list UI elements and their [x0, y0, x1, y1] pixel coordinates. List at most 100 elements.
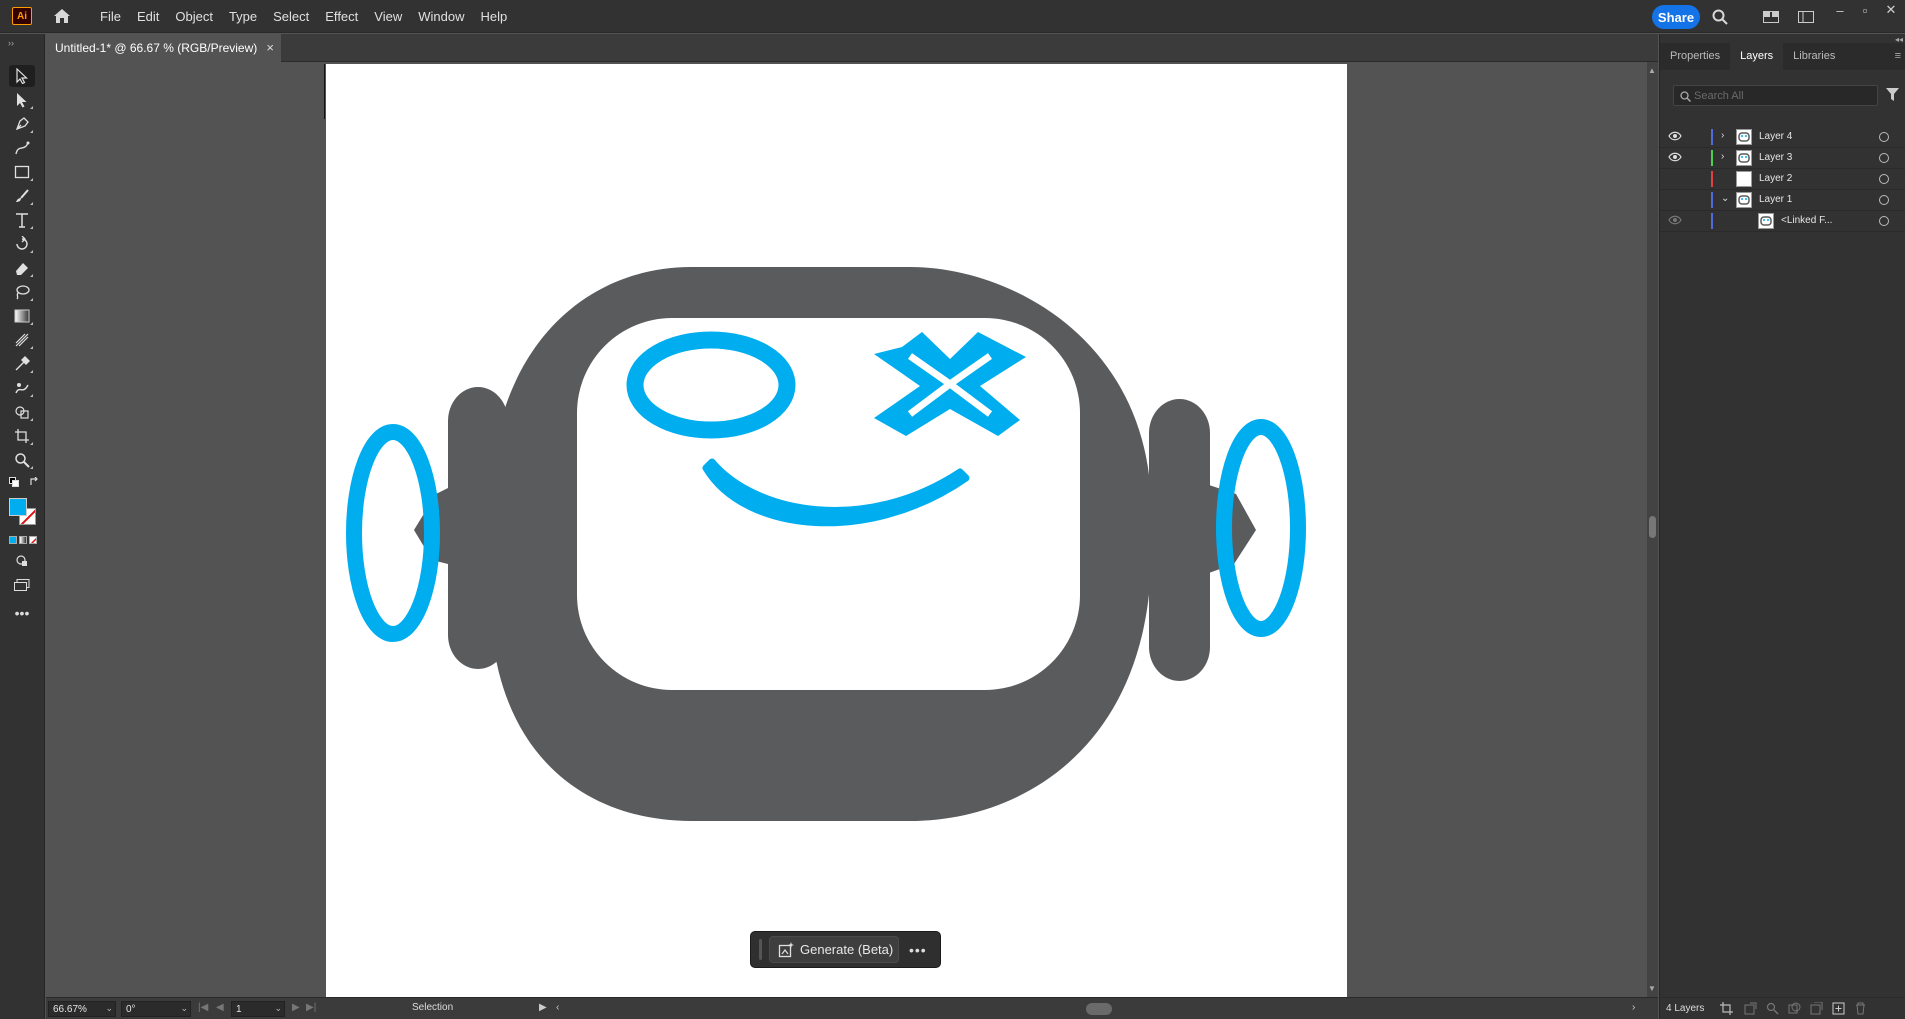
rotate-tool-icon[interactable]	[9, 233, 35, 255]
scroll-right-icon[interactable]: ›	[1632, 1002, 1635, 1013]
artboard[interactable]	[326, 64, 1347, 997]
layer-name[interactable]: Layer 2	[1759, 173, 1792, 184]
document-tab[interactable]: Untitled-1* @ 66.67 % (RGB/Preview) ×	[46, 34, 281, 62]
layer-row-1[interactable]: ⌄ Layer 1	[1660, 190, 1905, 211]
chevron-right-icon[interactable]: ›	[1721, 151, 1731, 165]
vertical-scroll-thumb[interactable]	[1649, 516, 1656, 538]
collect-for-export-icon[interactable]	[1744, 1002, 1757, 1015]
selection-tool-icon[interactable]	[9, 65, 35, 87]
curvature-tool-icon[interactable]	[9, 137, 35, 159]
chevron-down-icon[interactable]: ⌄	[105, 1003, 113, 1014]
toolbar-collapse-icon[interactable]: ››	[8, 38, 14, 48]
arrange-documents-icon[interactable]	[1797, 8, 1815, 26]
eyedropper-tool-icon[interactable]	[9, 353, 35, 375]
visibility-eye-icon[interactable]	[1668, 194, 1682, 206]
search-icon[interactable]	[1711, 8, 1729, 26]
shape-builder-tool-icon[interactable]	[9, 401, 35, 423]
layer-target-icon[interactable]	[1879, 216, 1889, 226]
layer-search-input[interactable]	[1694, 89, 1854, 102]
sublayer-linked-file[interactable]: <Linked F...	[1660, 211, 1905, 232]
layer-name[interactable]: Layer 1	[1759, 194, 1792, 205]
layer-target-icon[interactable]	[1879, 195, 1889, 205]
direct-selection-tool-icon[interactable]	[9, 89, 35, 111]
type-tool-icon[interactable]	[9, 209, 35, 231]
task-bar-grip-icon[interactable]	[759, 939, 762, 960]
close-window-button[interactable]: ✕	[1881, 2, 1901, 18]
share-button[interactable]: Share	[1652, 5, 1700, 29]
chevron-down-icon[interactable]: ⌄	[274, 1003, 282, 1014]
layer-row-4[interactable]: › Layer 4	[1660, 127, 1905, 148]
last-artboard-icon[interactable]: ▶|	[306, 1002, 316, 1013]
horizontal-scroll-thumb[interactable]	[1086, 1003, 1112, 1015]
create-new-layer-icon[interactable]	[1832, 1002, 1845, 1015]
chevron-down-icon[interactable]: ⌄	[1721, 193, 1731, 207]
locate-object-icon[interactable]	[1766, 1002, 1779, 1015]
delete-layer-icon[interactable]	[1854, 1002, 1867, 1015]
fill-stroke-swatches[interactable]	[9, 498, 37, 526]
zoom-tool-icon[interactable]	[9, 449, 35, 471]
gradient-mode-icon[interactable]	[19, 536, 27, 544]
menu-type[interactable]: Type	[221, 0, 265, 33]
pen-tool-icon[interactable]	[9, 113, 35, 135]
menu-edit[interactable]: Edit	[129, 0, 167, 33]
swap-colors-icon[interactable]	[27, 475, 41, 489]
default-colors-icon[interactable]	[7, 475, 21, 489]
mesh-tool-icon[interactable]	[9, 329, 35, 351]
tab-libraries[interactable]: Libraries	[1783, 43, 1845, 70]
maximize-button[interactable]: ▫	[1855, 2, 1875, 18]
layer-search-box[interactable]	[1673, 85, 1878, 106]
scroll-left-icon[interactable]: ‹	[556, 1002, 559, 1013]
layer-target-icon[interactable]	[1879, 132, 1889, 142]
chevron-right-icon[interactable]: ›	[1721, 130, 1731, 144]
panel-menu-icon[interactable]: ≡	[1895, 50, 1901, 62]
zoom-level-field[interactable]: 66.67% ⌄	[48, 1001, 116, 1017]
canvas-area[interactable]	[46, 62, 1647, 997]
artboard-tool-icon[interactable]	[9, 425, 35, 447]
robot-artwork[interactable]	[326, 64, 1347, 997]
visibility-eye-icon[interactable]	[1668, 152, 1682, 164]
screen-mode-icon[interactable]	[9, 574, 35, 596]
scroll-down-icon[interactable]: ▼	[1648, 984, 1656, 993]
status-menu-arrow-icon[interactable]: ▶	[539, 1002, 547, 1013]
edit-toolbar-icon[interactable]: •••	[9, 602, 35, 624]
lasso-tool-icon[interactable]	[9, 281, 35, 303]
rotation-field[interactable]: 0° ⌄	[121, 1001, 191, 1017]
create-sublayer-icon[interactable]	[1810, 1002, 1823, 1015]
chevron-down-icon[interactable]: ⌄	[180, 1003, 188, 1014]
filter-icon[interactable]	[1886, 88, 1899, 102]
none-mode-icon[interactable]	[29, 536, 37, 544]
menu-help[interactable]: Help	[472, 0, 515, 33]
menu-select[interactable]: Select	[265, 0, 317, 33]
artboard-number-field[interactable]: 1 ⌄	[231, 1001, 285, 1017]
draw-mode-icon[interactable]	[9, 550, 35, 572]
scroll-up-icon[interactable]: ▲	[1648, 66, 1656, 75]
layer-name[interactable]: Layer 4	[1759, 131, 1792, 142]
layer-name[interactable]: Layer 3	[1759, 152, 1792, 163]
previous-artboard-icon[interactable]: ◀	[216, 1002, 224, 1013]
puppet-warp-tool-icon[interactable]	[9, 377, 35, 399]
generate-button[interactable]: Generate (Beta)	[769, 936, 899, 963]
fill-color-swatch[interactable]	[9, 498, 27, 516]
menu-view[interactable]: View	[366, 0, 410, 33]
first-artboard-icon[interactable]: |◀	[198, 1002, 208, 1013]
layer-name[interactable]: <Linked F...	[1781, 215, 1832, 226]
tab-properties[interactable]: Properties	[1660, 43, 1730, 70]
eraser-tool-icon[interactable]	[9, 257, 35, 279]
next-artboard-icon[interactable]: ▶	[292, 1002, 300, 1013]
layer-target-icon[interactable]	[1879, 174, 1889, 184]
vertical-scrollbar[interactable]: ▲ ▼	[1647, 62, 1658, 997]
menu-file[interactable]: File	[92, 0, 129, 33]
artboard-collect-icon[interactable]	[1720, 1002, 1733, 1015]
close-tab-icon[interactable]: ×	[266, 40, 274, 55]
gradient-tool-icon[interactable]	[9, 305, 35, 327]
menu-effect[interactable]: Effect	[317, 0, 366, 33]
color-mode-icon[interactable]	[9, 536, 17, 544]
layer-target-icon[interactable]	[1879, 153, 1889, 163]
layer-row-3[interactable]: › Layer 3	[1660, 148, 1905, 169]
tab-layers[interactable]: Layers	[1730, 43, 1784, 70]
home-icon[interactable]	[52, 6, 72, 26]
layer-row-2[interactable]: Layer 2	[1660, 169, 1905, 190]
make-clipping-mask-icon[interactable]	[1788, 1002, 1801, 1015]
more-options-icon[interactable]: •••	[909, 942, 927, 958]
workspace-icon[interactable]	[1762, 8, 1780, 26]
